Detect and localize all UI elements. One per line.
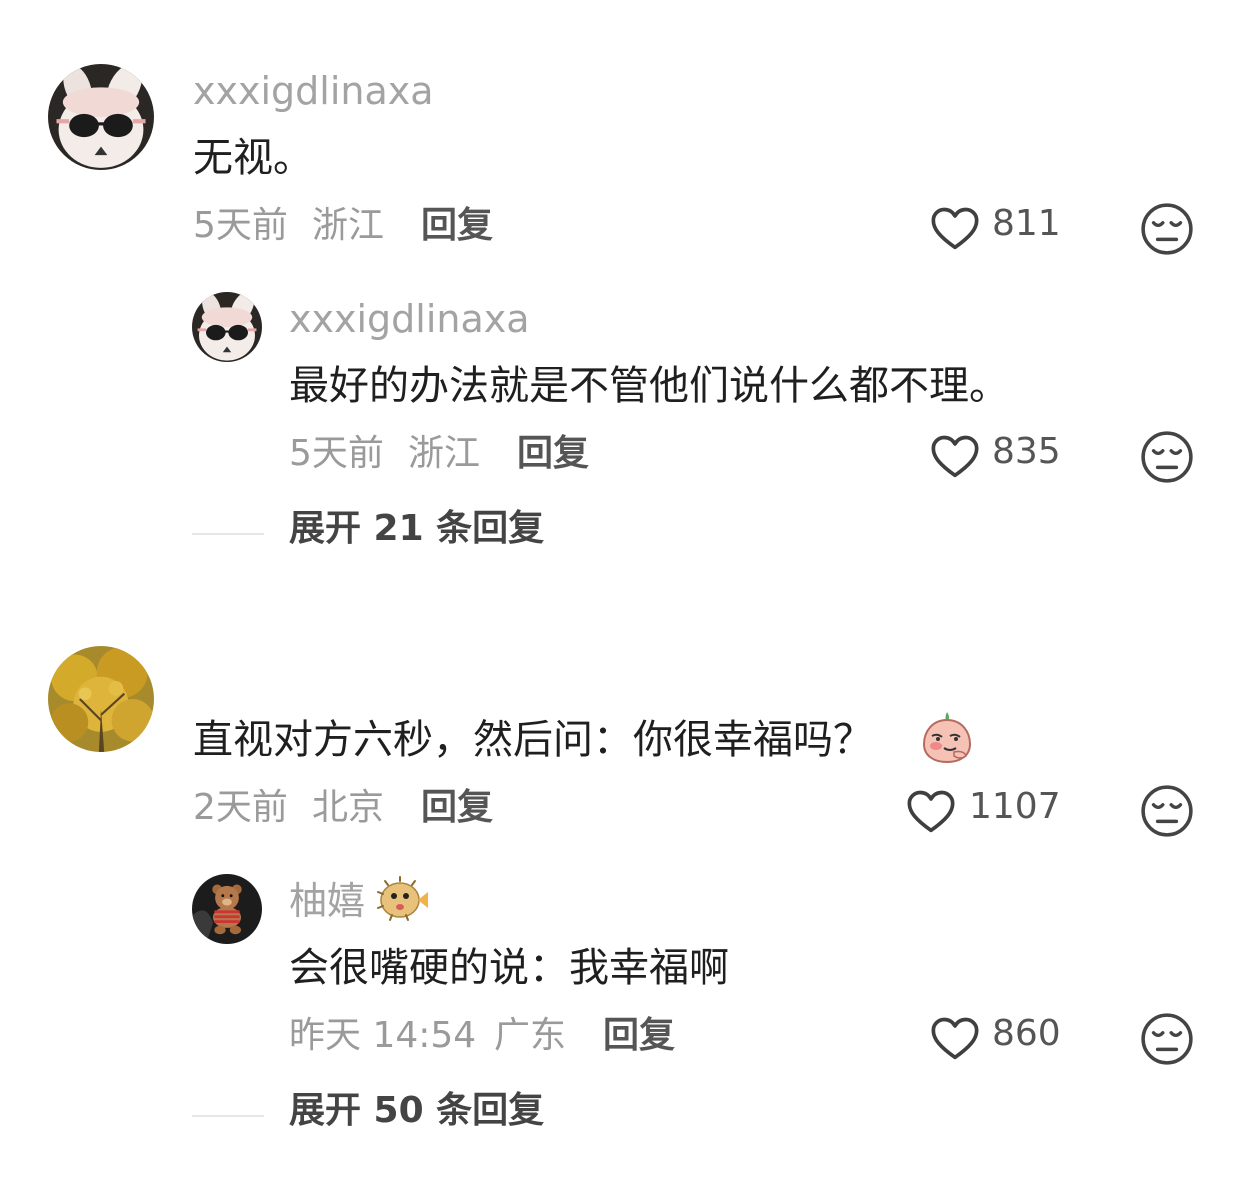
like-count: 1107 <box>969 786 1061 827</box>
unamused-face-icon[interactable] <box>1140 784 1194 838</box>
comment-location: 浙江 <box>312 205 385 246</box>
like-count: 835 <box>992 431 1061 472</box>
comment-location: 北京 <box>312 787 385 828</box>
reply-location: 广东 <box>494 1015 567 1056</box>
reply-button[interactable]: 回复 <box>517 436 589 472</box>
reply-button[interactable]: 回复 <box>421 208 493 244</box>
avatar[interactable] <box>48 646 154 752</box>
reply-button[interactable]: 回复 <box>421 790 493 826</box>
heart-icon[interactable] <box>905 786 957 838</box>
reply-time: 5天前 <box>289 433 384 474</box>
avatar[interactable] <box>192 292 262 362</box>
comment-time: 2天前 <box>193 787 288 828</box>
unamused-face-icon[interactable] <box>1140 1012 1194 1066</box>
heart-icon[interactable] <box>929 431 981 483</box>
reply-button[interactable]: 回复 <box>603 1018 675 1054</box>
comment-text: 无视。 <box>193 135 313 181</box>
avatar[interactable] <box>48 64 154 170</box>
comment-time: 5天前 <box>193 205 288 246</box>
reply-username[interactable]: 柚嬉 <box>289 882 365 920</box>
unamused-face-icon[interactable] <box>1140 202 1194 256</box>
divider <box>192 533 264 535</box>
reply-location: 浙江 <box>408 433 481 474</box>
reply-text: 会很嘴硬的说：我幸福啊 <box>289 945 729 991</box>
like-count: 860 <box>992 1013 1061 1054</box>
heart-icon[interactable] <box>929 203 981 255</box>
reply-username[interactable]: xxxigdlinaxa <box>289 300 530 338</box>
comment-text: 直视对方六秒，然后问：你很幸福吗？ <box>193 717 873 763</box>
heart-icon[interactable] <box>929 1013 981 1065</box>
reply-time: 昨天 14:54 <box>289 1015 477 1056</box>
divider <box>192 1115 264 1117</box>
like-count: 811 <box>992 203 1061 244</box>
comment-username[interactable]: xxxigdlinaxa <box>193 72 434 110</box>
smirking-peach-sticker <box>918 708 976 766</box>
unamused-face-icon[interactable] <box>1140 430 1194 484</box>
expand-replies-button[interactable]: 展开 21 条回复 <box>289 511 544 547</box>
avatar[interactable] <box>192 874 262 944</box>
reply-text: 最好的办法就是不管他们说什么都不理。 <box>289 363 1009 409</box>
expand-replies-button[interactable]: 展开 50 条回复 <box>289 1093 544 1129</box>
pufferfish-emoji <box>374 876 430 924</box>
